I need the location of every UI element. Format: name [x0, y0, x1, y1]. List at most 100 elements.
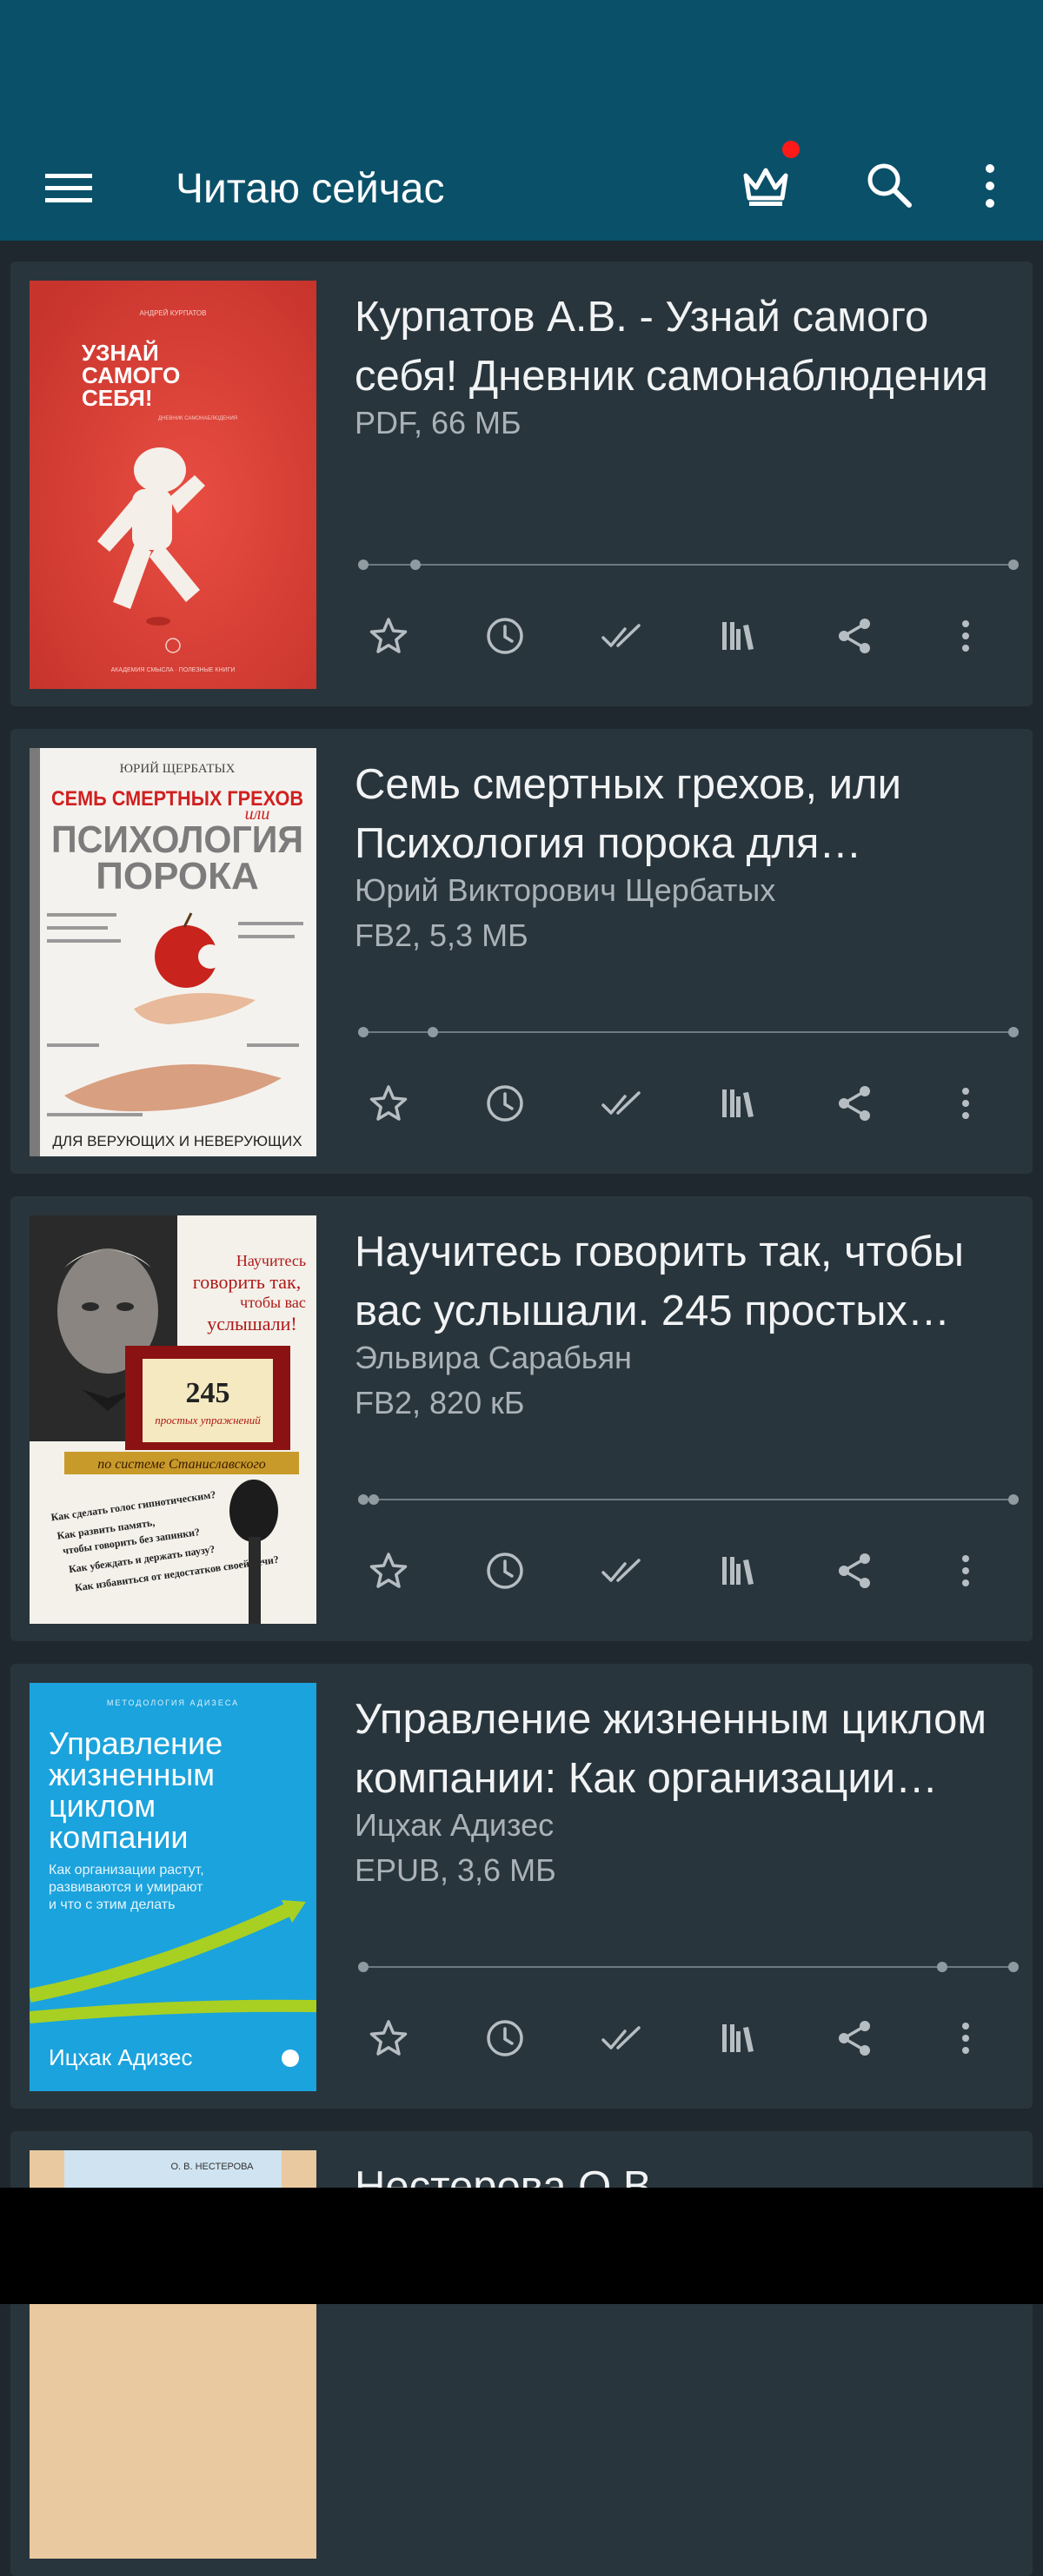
star-icon: [369, 1553, 408, 1588]
more-vert-icon: [962, 2023, 969, 2054]
star-icon: [369, 2020, 408, 2056]
book-title: Семь смертных грехов, или Психология пор…: [355, 761, 902, 867]
reading-progress[interactable]: [358, 1027, 1019, 1037]
mark-read-button[interactable]: [588, 1537, 655, 1605]
library-icon: [722, 1557, 754, 1585]
svg-text:развиваются и умирают: развиваются и умирают: [49, 1880, 203, 1895]
svg-text:циклом: циклом: [49, 1788, 156, 1824]
svg-text:ДЛЯ ВЕРУЮЩИХ И НЕВЕРУЮЩИХ: ДЛЯ ВЕРУЮЩИХ И НЕВЕРУЮЩИХ: [52, 1133, 302, 1149]
mark-read-button[interactable]: [588, 1069, 655, 1137]
page-title: Читаю сейчас: [176, 166, 445, 212]
progress-position-marker: [937, 1962, 947, 1972]
notification-dot: [782, 141, 800, 158]
book-author: Эльвира Сарабьян: [355, 1340, 632, 1375]
progress-track: [358, 1499, 1013, 1500]
book-format-size: FB2, 820 кБ: [355, 1385, 525, 1420]
progress-position-marker: [369, 1494, 379, 1505]
share-icon: [839, 1553, 870, 1588]
library-icon: [722, 1089, 754, 1117]
navigation-bar: [0, 2188, 1043, 2304]
svg-text:ПОРОКА: ПОРОКА: [96, 855, 258, 897]
book-card[interactable]: ЮРИЙ ЩЕРБАТЫХ СЕМЬ СМЕРТНЫХ ГРЕХОВ или П…: [10, 729, 1033, 1174]
mark-read-button[interactable]: [588, 602, 655, 670]
clock-icon: [487, 1553, 523, 1589]
share-button[interactable]: [820, 2004, 888, 2072]
svg-text:245: 245: [186, 1377, 230, 1409]
book-more-button[interactable]: [932, 2004, 1000, 2072]
book-more-button[interactable]: [932, 602, 1000, 670]
svg-text:по системе Станиславского: по системе Станиславского: [97, 1457, 266, 1472]
share-button[interactable]: [820, 1069, 888, 1137]
progress-position-marker: [428, 1027, 438, 1037]
svg-text:и что с этим делать: и что с этим делать: [49, 1897, 175, 1912]
book-card[interactable]: МЕТОДОЛОГИЯ АДИЗЕСА Управление жизненным…: [10, 1664, 1033, 2109]
crown-icon[interactable]: [739, 158, 793, 212]
svg-text:ДНЕВНИК САМОНАБЛЮДЕНИЯ: ДНЕВНИК САМОНАБЛЮДЕНИЯ: [158, 416, 237, 421]
favorite-button[interactable]: [355, 1069, 422, 1137]
share-icon: [839, 619, 870, 653]
history-button[interactable]: [471, 1537, 539, 1605]
clock-icon: [487, 618, 523, 654]
book-title: Научитесь говорить так, чтобы вас услыша…: [355, 1228, 965, 1334]
more-vert-icon[interactable]: [973, 160, 1006, 212]
book-title: Курпатов А.В. - Узнай самого себя! Дневн…: [355, 294, 988, 400]
book-format-size: FB2, 5,3 МБ: [355, 917, 528, 953]
svg-text:говорить так,: говорить так,: [193, 1271, 301, 1293]
library-button[interactable]: [704, 1069, 772, 1137]
share-button[interactable]: [820, 602, 888, 670]
progress-end-marker: [1008, 1494, 1019, 1505]
reading-progress[interactable]: [358, 1494, 1019, 1505]
svg-text:О. В. НЕСТЕРОВА: О. В. НЕСТЕРОВА: [171, 2162, 255, 2172]
book-cover: Научитесь говорить так, чтобы вас услыша…: [30, 1215, 316, 1624]
library-button[interactable]: [704, 2004, 772, 2072]
menu-icon[interactable]: [45, 162, 92, 214]
progress-start-marker: [358, 560, 369, 570]
progress-start-marker: [358, 1027, 369, 1037]
book-card[interactable]: АНДРЕЙ КУРПАТОВ УЗНАЙ САМОГО СЕБЯ! ДНЕВН…: [10, 262, 1033, 706]
svg-text:Управление: Управление: [49, 1725, 223, 1761]
svg-text:жизненным: жизненным: [49, 1757, 215, 1792]
reading-progress[interactable]: [358, 1962, 1019, 1972]
history-button[interactable]: [471, 1069, 539, 1137]
mark-read-button[interactable]: [588, 2004, 655, 2072]
book-format-size: EPUB, 3,6 МБ: [355, 1852, 556, 1888]
progress-end-marker: [1008, 560, 1019, 570]
book-cover: МЕТОДОЛОГИЯ АДИЗЕСА Управление жизненным…: [30, 1683, 316, 2091]
book-more-button[interactable]: [932, 1069, 1000, 1137]
progress-start-marker: [358, 1494, 369, 1505]
search-icon[interactable]: [864, 160, 914, 210]
book-actions: [355, 2004, 1015, 2072]
favorite-button[interactable]: [355, 1537, 422, 1605]
book-cover: АНДРЕЙ КУРПАТОВ УЗНАЙ САМОГО СЕБЯ! ДНЕВН…: [30, 281, 316, 689]
library-button[interactable]: [704, 602, 772, 670]
book-actions: [355, 1537, 1015, 1605]
clock-icon: [487, 1085, 523, 1122]
star-icon: [369, 618, 408, 653]
svg-text:простых упражнений: простых упражнений: [155, 1414, 261, 1427]
svg-text:ЮРИЙ ЩЕРБАТЫХ: ЮРИЙ ЩЕРБАТЫХ: [120, 761, 236, 776]
favorite-button[interactable]: [355, 2004, 422, 2072]
book-card[interactable]: Научитесь говорить так, чтобы вас услыша…: [10, 1196, 1033, 1641]
svg-text:Научитесь: Научитесь: [236, 1252, 306, 1269]
favorite-button[interactable]: [355, 602, 422, 670]
svg-text:АКАДЕМИЯ СМЫСЛА · ПОЛЕЗНЫЕ КНИ: АКАДЕМИЯ СМЫСЛА · ПОЛЕЗНЫЕ КНИГИ: [111, 667, 236, 673]
progress-start-marker: [358, 1962, 369, 1972]
library-button[interactable]: [704, 1537, 772, 1605]
history-button[interactable]: [471, 602, 539, 670]
library-icon: [722, 2024, 754, 2052]
svg-text:Как организации растут,: Как организации растут,: [49, 1863, 204, 1877]
history-button[interactable]: [471, 2004, 539, 2072]
more-vert-icon: [962, 1088, 969, 1119]
progress-track: [358, 1031, 1013, 1033]
book-format-size: PDF, 66 МБ: [355, 405, 522, 440]
reading-progress[interactable]: [358, 560, 1019, 570]
svg-text:услышали!: услышали!: [207, 1313, 297, 1334]
app-bar: Читаю сейчас: [0, 139, 1043, 241]
library-icon: [722, 622, 754, 650]
svg-text:СЕБЯ!: СЕБЯ!: [82, 385, 153, 411]
book-more-button[interactable]: [932, 1537, 1000, 1605]
progress-end-marker: [1008, 1027, 1019, 1037]
clock-icon: [487, 2020, 523, 2056]
double-check-icon: [601, 1091, 641, 1115]
share-button[interactable]: [820, 1537, 888, 1605]
